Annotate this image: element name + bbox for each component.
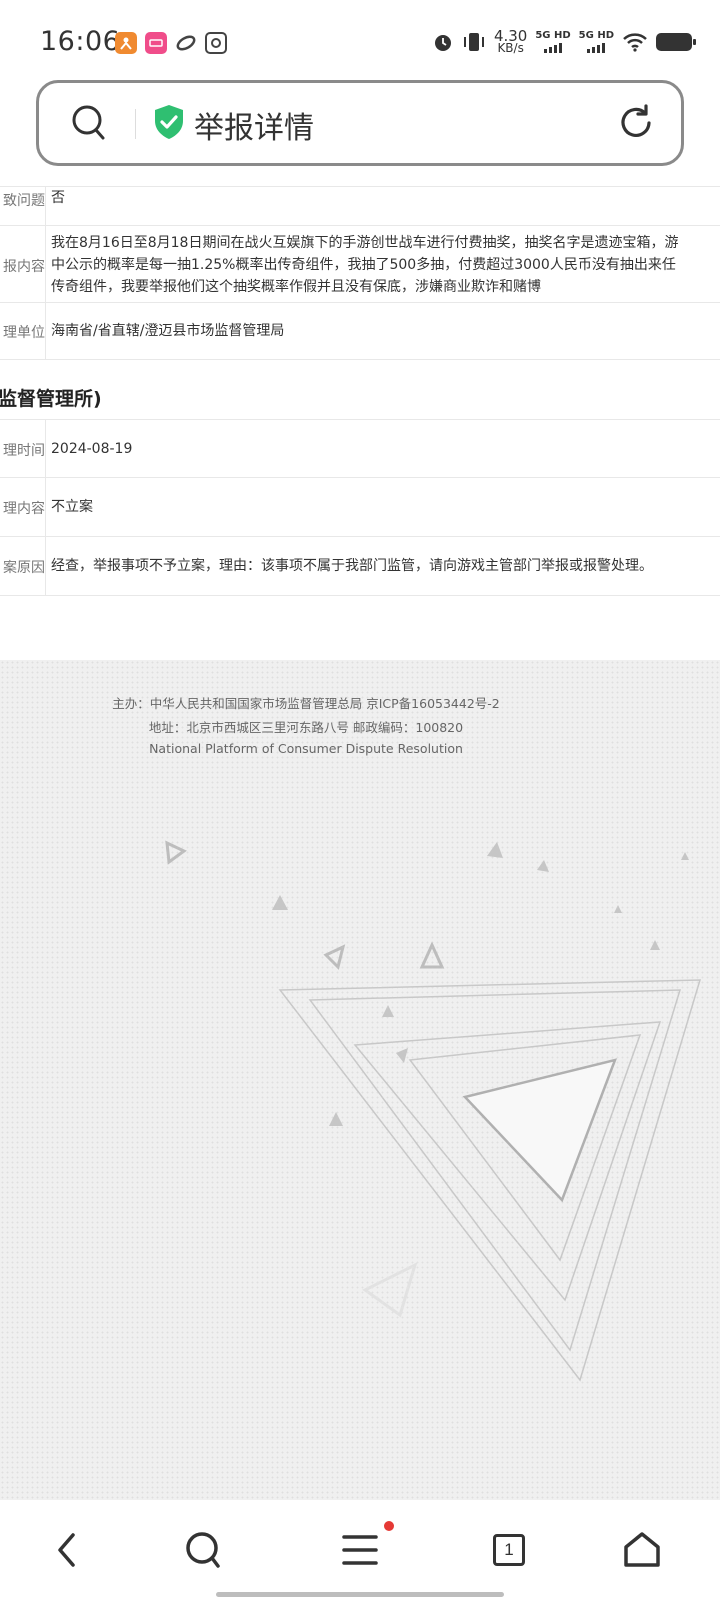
section-title: 监督管理所) [0, 388, 102, 410]
app-notification-camera-icon [205, 32, 227, 54]
search-icon[interactable] [71, 104, 107, 142]
row-label: 理时间 [3, 443, 45, 459]
app-notification-planet-icon [175, 32, 197, 54]
table-row: 致问题 否 [0, 186, 720, 226]
refresh-icon[interactable] [619, 104, 655, 142]
signal-strength-2-icon: 5G HD [579, 31, 614, 53]
row-label: 报内容 [3, 259, 45, 275]
bottom-nav: 1 [0, 1500, 720, 1600]
row-value: 经查，举报事项不予立案，理由：该事项不属于我部门监管，请向游戏主管部门举报或报警… [51, 558, 653, 574]
search-icon [186, 1532, 220, 1568]
app-notification-orange-icon [115, 32, 137, 54]
chevron-left-icon [58, 1533, 75, 1567]
report-content-line: 中公示的概率是每一抽1.25%概率出传奇组件，我抽了500多抽，付费超过3000… [51, 257, 676, 273]
row-label: 致问题 [3, 193, 45, 209]
home-icon [624, 1532, 660, 1567]
table-row: 理时间 2024-08-19 [0, 419, 720, 478]
divider [135, 109, 136, 139]
menu-icon [342, 1535, 378, 1565]
wifi-icon [623, 33, 647, 52]
table-row: 案原因 经查，举报事项不予立案，理由：该事项不属于我部门监管，请向游戏主管部门举… [0, 537, 720, 596]
menu-notification-dot [384, 1521, 394, 1531]
row-value: 2024-08-19 [51, 441, 133, 457]
search-button[interactable] [181, 1528, 225, 1572]
row-value: 不立案 [51, 499, 93, 515]
vibrate-icon [463, 33, 484, 51]
page-title: 举报详情 [194, 111, 314, 146]
table-row: 理内容 不立案 [0, 478, 720, 537]
home-button[interactable] [620, 1528, 664, 1572]
table-row: 理单位 海南省/省直辖/澄迈县市场监督管理局 [0, 303, 720, 360]
row-value: 否 [51, 190, 65, 206]
network-speed: 4.30 KB/s [493, 27, 528, 55]
gesture-home-indicator[interactable] [216, 1592, 504, 1597]
row-label: 案原因 [3, 560, 45, 576]
alarm-icon [434, 35, 451, 51]
tab-count-badge: 1 [493, 1534, 525, 1566]
back-button[interactable] [44, 1528, 88, 1572]
row-label: 理内容 [3, 501, 45, 517]
address-bar[interactable]: 举报详情 [36, 80, 684, 166]
report-content-line: 我在8月16日至8月18日期间在战火互娱旗下的手游创世战车进行付费抽奖，抽奖名字… [51, 235, 679, 251]
decorative-triangles [165, 840, 702, 1382]
status-time: 16:06 [40, 26, 121, 57]
system-indicators: 4.30 KB/s 5G HD 5G HD [432, 27, 696, 55]
secure-shield-icon [155, 105, 183, 139]
site-footer: 主办：中华人民共和国国家市场监督管理总局 京ICP备16053442号-2 地址… [0, 660, 720, 1500]
notification-icons [115, 32, 227, 54]
report-details: 致问题 否 报内容 我在8月16日至8月18日期间在战火互娱旗下的手游创世战车进… [0, 186, 720, 660]
battery-icon [656, 33, 696, 51]
tabs-button[interactable]: 1 [487, 1528, 531, 1572]
row-value: 海南省/省直辖/澄迈县市场监督管理局 [51, 323, 285, 339]
table-row: 报内容 我在8月16日至8月18日期间在战火互娱旗下的手游创世战车进行付费抽奖，… [0, 226, 720, 303]
status-bar: 16:06 4.30 KB/s 5G HD 5G HD [0, 0, 720, 88]
signal-strength-icon: 5G HD [535, 31, 571, 53]
report-content-line: 传奇组件，我要举报他们这个抽奖概率作假并且没有保底，涉嫌商业欺诈和赌博 [51, 279, 541, 295]
row-label: 理单位 [3, 325, 45, 341]
app-notification-pink-icon [145, 32, 167, 54]
menu-button[interactable] [338, 1528, 382, 1572]
